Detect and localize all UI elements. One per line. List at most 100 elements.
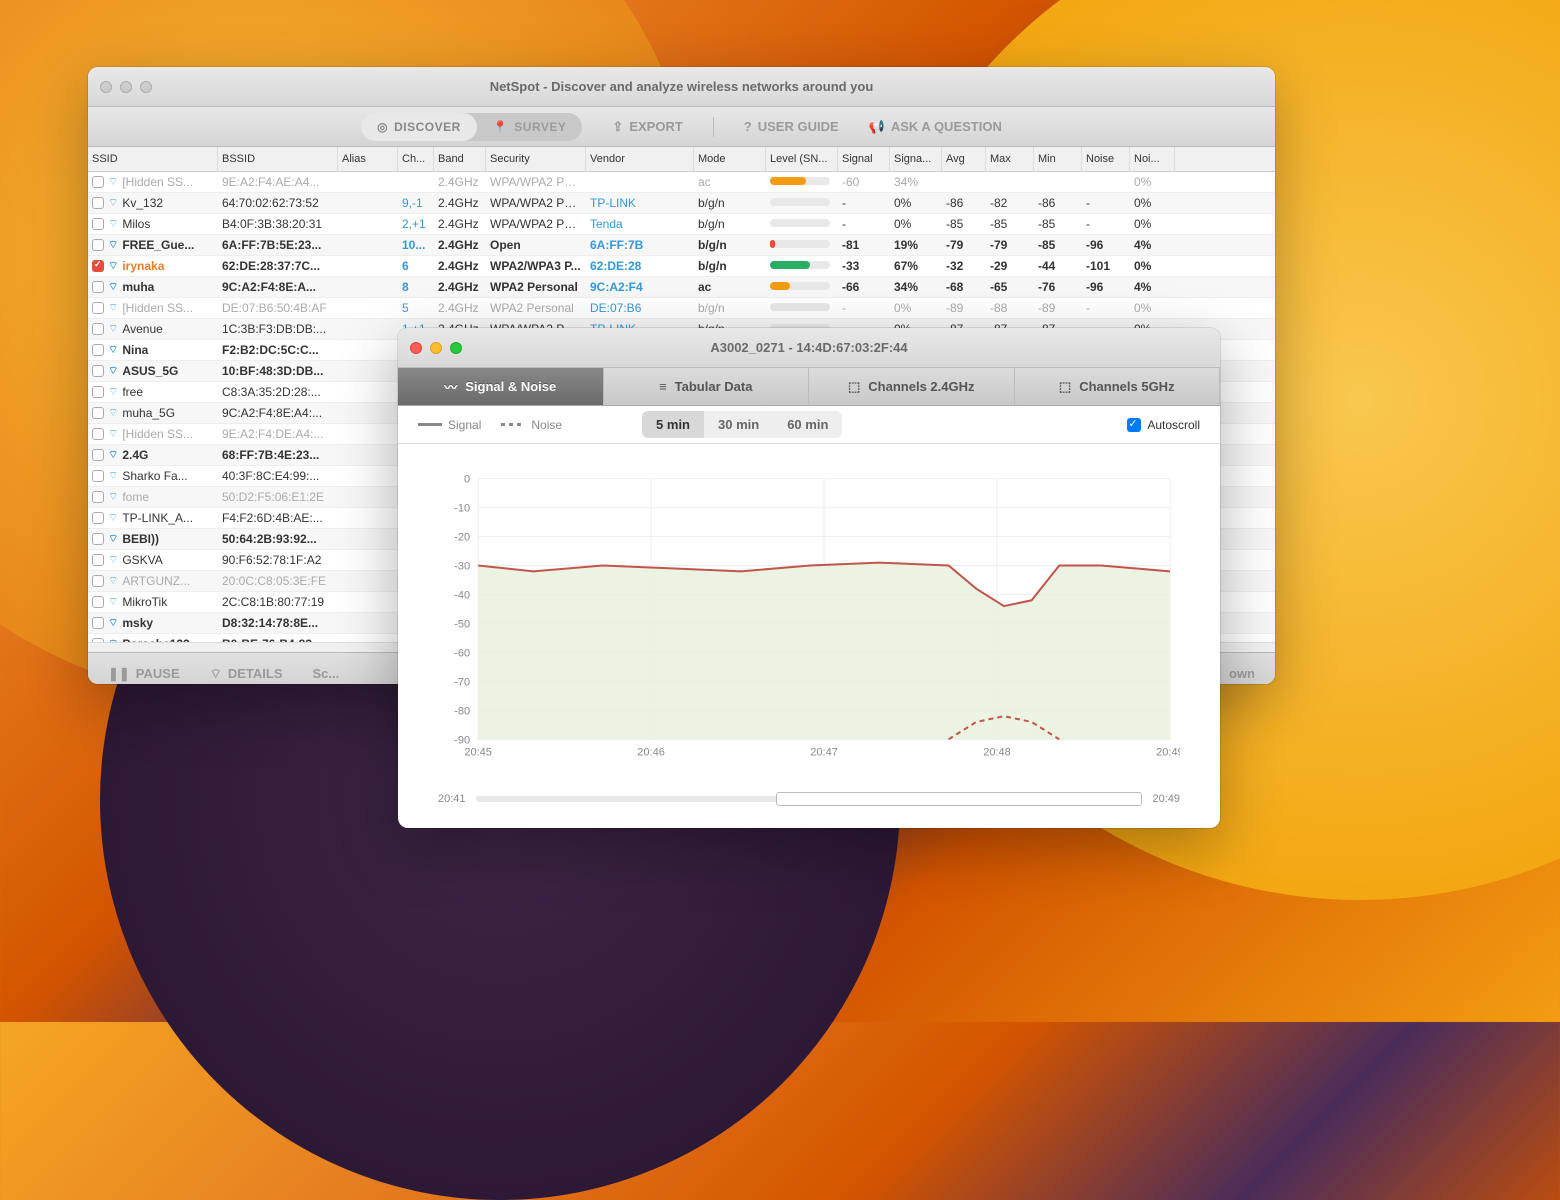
row-checkbox[interactable] bbox=[92, 386, 104, 398]
chart-icon: 〰 bbox=[444, 377, 457, 396]
table-row[interactable]: ⌔FREE_Gue...6A:FF:7B:5E:23...10...2.4GHz… bbox=[88, 235, 1275, 256]
table-row[interactable]: ⌔[Hidden SS...9E:A2:F4:AE:A4...2.4GHzWPA… bbox=[88, 172, 1275, 193]
wifi-icon: ⌔ bbox=[108, 427, 118, 441]
wifi-icon: ⌔ bbox=[108, 364, 118, 378]
row-checkbox[interactable] bbox=[92, 554, 104, 566]
column-header[interactable]: Alias bbox=[338, 147, 398, 171]
details-button[interactable]: ⌔DETAILS bbox=[210, 666, 283, 682]
own-label: own bbox=[1229, 666, 1255, 681]
time-track[interactable] bbox=[476, 796, 1143, 802]
svg-text:20:46: 20:46 bbox=[637, 746, 665, 758]
column-header[interactable]: SSID bbox=[88, 147, 218, 171]
column-header[interactable]: Level (SN... bbox=[766, 147, 838, 171]
row-checkbox[interactable] bbox=[92, 365, 104, 377]
column-header[interactable]: Noise bbox=[1082, 147, 1130, 171]
ssid-text: ASUS_5G bbox=[122, 364, 178, 378]
titlebar: NetSpot - Discover and analyze wireless … bbox=[88, 67, 1275, 107]
ssid-text: FREE_Gue... bbox=[122, 238, 194, 252]
target-icon: ◎ bbox=[377, 120, 388, 134]
table-row[interactable]: ⌔[Hidden SS...DE:07:B6:50:4B:AF52.4GHzWP… bbox=[88, 298, 1275, 319]
row-checkbox[interactable] bbox=[92, 302, 104, 314]
user-guide-button[interactable]: ?USER GUIDE bbox=[744, 119, 839, 134]
row-checkbox[interactable] bbox=[92, 449, 104, 461]
ssid-text: [Hidden SS... bbox=[122, 427, 193, 441]
ssid-text: fome bbox=[122, 490, 149, 504]
row-checkbox[interactable] bbox=[92, 239, 104, 251]
ssid-text: Avenue bbox=[122, 322, 162, 336]
row-checkbox[interactable] bbox=[92, 533, 104, 545]
row-checkbox[interactable] bbox=[92, 638, 104, 642]
row-checkbox[interactable] bbox=[92, 596, 104, 608]
table-row[interactable]: ⌔MilosB4:0F:3B:38:20:312,+12.4GHzWPA/WPA… bbox=[88, 214, 1275, 235]
wifi-icon: ⌔ bbox=[108, 574, 118, 588]
pause-button[interactable]: ❚❚PAUSE bbox=[108, 666, 180, 682]
ssid-text: msky bbox=[122, 616, 153, 630]
column-header[interactable]: Security bbox=[486, 147, 586, 171]
tab-signal-noise[interactable]: 〰Signal & Noise bbox=[398, 368, 604, 405]
row-checkbox[interactable] bbox=[92, 617, 104, 629]
ssid-text: free bbox=[122, 385, 143, 399]
minimize-button[interactable] bbox=[120, 81, 132, 93]
row-checkbox[interactable] bbox=[92, 218, 104, 230]
list-icon: ≡ bbox=[659, 379, 667, 394]
discover-tab[interactable]: ◎DISCOVER bbox=[361, 113, 477, 141]
time-5min[interactable]: 5 min bbox=[642, 411, 704, 438]
column-header[interactable]: Signal bbox=[838, 147, 890, 171]
column-header[interactable]: Mode bbox=[694, 147, 766, 171]
wifi-icon: ⌔ bbox=[108, 616, 118, 630]
column-header[interactable]: Noi... bbox=[1130, 147, 1175, 171]
row-checkbox[interactable] bbox=[92, 575, 104, 587]
ssid-text: BEBI)) bbox=[122, 532, 159, 546]
row-checkbox[interactable] bbox=[92, 491, 104, 503]
column-header[interactable]: Avg bbox=[942, 147, 986, 171]
row-checkbox[interactable] bbox=[92, 470, 104, 482]
wifi-icon: ⌔ bbox=[108, 175, 118, 189]
wifi-icon: ⌔ bbox=[108, 259, 118, 273]
tab-tabular[interactable]: ≡Tabular Data bbox=[604, 368, 810, 405]
: Signal Noise 5 min 30 min 60 min Autoscr… bbox=[398, 406, 1220, 444]
time-30min[interactable]: 30 min bbox=[704, 411, 773, 438]
row-checkbox[interactable] bbox=[92, 260, 104, 272]
wifi-icon: ⌔ bbox=[108, 322, 118, 336]
column-header[interactable]: BSSID bbox=[218, 147, 338, 171]
minimize-button[interactable] bbox=[430, 342, 442, 354]
ssid-text: ARTGUNZ... bbox=[122, 574, 190, 588]
ask-question-button[interactable]: 📢ASK A QUESTION bbox=[869, 119, 1002, 135]
zoom-button[interactable] bbox=[140, 81, 152, 93]
close-button[interactable] bbox=[410, 342, 422, 354]
zoom-button[interactable] bbox=[450, 342, 462, 354]
time-60min[interactable]: 60 min bbox=[773, 411, 842, 438]
tab-channels-5[interactable]: ⬚Channels 5GHz bbox=[1015, 368, 1221, 405]
row-checkbox[interactable] bbox=[92, 407, 104, 419]
table-row[interactable]: ⌔Kv_13264:70:02:62:73:529,-12.4GHzWPA/WP… bbox=[88, 193, 1275, 214]
column-header[interactable]: Band bbox=[434, 147, 486, 171]
ssid-text: TP-LINK_A... bbox=[122, 511, 193, 525]
time-thumb[interactable] bbox=[776, 792, 1143, 806]
ssid-text: Milos bbox=[122, 217, 150, 231]
wifi-icon: ⌔ bbox=[108, 406, 118, 420]
close-button[interactable] bbox=[100, 81, 112, 93]
wifi-icon: ⌔ bbox=[108, 469, 118, 483]
row-checkbox[interactable] bbox=[92, 344, 104, 356]
row-checkbox[interactable] bbox=[92, 197, 104, 209]
tab-channels-24[interactable]: ⬚Channels 2.4GHz bbox=[809, 368, 1015, 405]
row-checkbox[interactable] bbox=[92, 323, 104, 335]
row-checkbox[interactable] bbox=[92, 428, 104, 440]
autoscroll-toggle[interactable]: Autoscroll bbox=[1127, 418, 1200, 432]
row-checkbox[interactable] bbox=[92, 176, 104, 188]
time-range-switch: 5 min 30 min 60 min bbox=[642, 411, 842, 438]
row-checkbox[interactable] bbox=[92, 281, 104, 293]
table-row[interactable]: ⌔muha9C:A2:F4:8E:A...82.4GHzWPA2 Persona… bbox=[88, 277, 1275, 298]
survey-tab[interactable]: 📍SURVEY bbox=[477, 113, 583, 141]
column-header[interactable]: Ch... bbox=[398, 147, 434, 171]
export-button[interactable]: ⇪EXPORT bbox=[612, 119, 682, 135]
row-checkbox[interactable] bbox=[92, 512, 104, 524]
column-header[interactable]: Max bbox=[986, 147, 1034, 171]
column-header[interactable]: Min bbox=[1034, 147, 1082, 171]
megaphone-icon: 📢 bbox=[869, 119, 885, 135]
wifi-icon: ⌔ bbox=[108, 301, 118, 315]
column-header[interactable]: Vendor bbox=[586, 147, 694, 171]
table-row[interactable]: ⌔irynaka62:DE:28:37:7C...62.4GHzWPA2/WPA… bbox=[88, 256, 1275, 277]
detail-title: A3002_0271 - 14:4D:67:03:2F:44 bbox=[398, 340, 1220, 355]
column-header[interactable]: Signa... bbox=[890, 147, 942, 171]
